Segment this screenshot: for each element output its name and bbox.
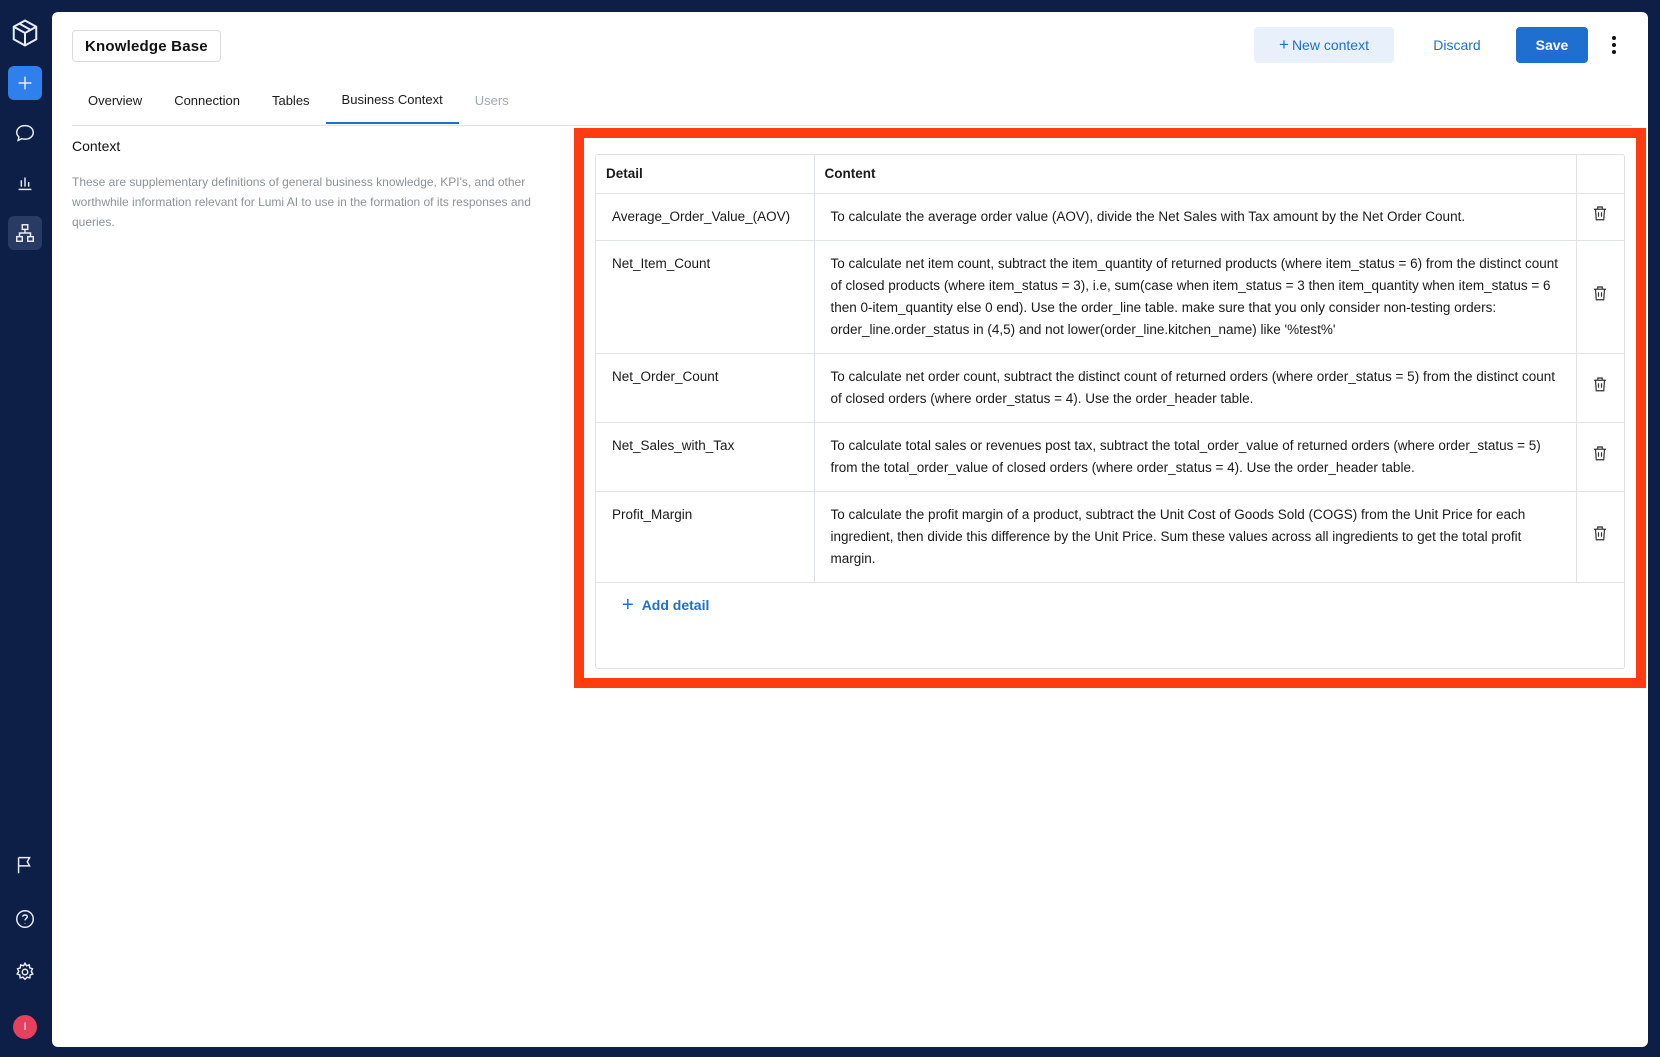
logo-icon[interactable] [8, 16, 42, 50]
table-row: Average_Order_Value_(AOV) To calculate t… [596, 193, 1624, 241]
trash-icon[interactable] [1591, 375, 1609, 400]
discard-button[interactable]: Discard [1412, 27, 1502, 63]
table-row: Net_Item_Count To calculate net item cou… [596, 240, 1624, 354]
add-detail-label: Add detail [641, 596, 710, 613]
more-options-icon[interactable] [1604, 30, 1624, 60]
tab-overview[interactable]: Overview [72, 76, 158, 124]
trash-icon[interactable] [1591, 284, 1609, 309]
avatar[interactable]: I [13, 1015, 37, 1039]
tab-bar: Overview Connection Tables Business Cont… [72, 78, 1632, 126]
detail-cell[interactable]: Net_Item_Count [596, 240, 814, 354]
tab-tables[interactable]: Tables [256, 76, 326, 124]
table-row: Net_Order_Count To calculate net order c… [596, 353, 1624, 423]
context-table: Detail Content Average_Order_Value_(AOV)… [596, 155, 1624, 583]
plus-icon: + [622, 593, 634, 616]
new-context-button[interactable]: + New context [1254, 27, 1394, 63]
content-cell[interactable]: To calculate net item count, subtract th… [813, 240, 1576, 354]
flag-icon[interactable] [8, 848, 42, 882]
content-cell[interactable]: To calculate net order count, subtract t… [813, 353, 1576, 423]
detail-column-header: Detail [596, 155, 814, 194]
tab-users: Users [474, 92, 509, 108]
detail-cell[interactable]: Average_Order_Value_(AOV) [596, 193, 814, 241]
org-chart-icon[interactable] [8, 216, 42, 250]
trash-icon[interactable] [1591, 444, 1609, 469]
main-panel: Knowledge Base + New context Discard Sav… [52, 12, 1648, 1047]
add-detail-button[interactable]: + Add detail [596, 583, 1624, 627]
context-description: These are supplementary definitions of g… [72, 175, 531, 229]
plus-icon [18, 76, 32, 90]
content-column-header: Content [813, 155, 1576, 194]
detail-cell[interactable]: Net_Order_Count [596, 353, 814, 423]
settings-icon[interactable] [8, 955, 42, 989]
chat-icon[interactable] [8, 116, 42, 150]
table-row: Net_Sales_with_Tax To calculate total sa… [596, 422, 1624, 492]
sidebar: I [0, 0, 52, 1057]
table-row: Profit_Margin To calculate the profit ma… [596, 491, 1624, 583]
save-button[interactable]: Save [1516, 27, 1588, 63]
content-cell[interactable]: To calculate total sales or revenues pos… [813, 422, 1576, 492]
trash-icon[interactable] [1591, 204, 1609, 229]
tab-connection[interactable]: Connection [158, 76, 256, 124]
plus-icon: + [1279, 35, 1289, 54]
detail-cell[interactable]: Profit_Margin [596, 491, 814, 583]
actions-column-header [1575, 155, 1624, 194]
page-title: Knowledge Base [72, 30, 221, 62]
content-cell[interactable]: To calculate the average order value (AO… [813, 193, 1576, 241]
context-title: Context [72, 138, 121, 154]
new-chat-button[interactable] [8, 66, 42, 100]
context-table-card: Detail Content Average_Order_Value_(AOV)… [595, 154, 1625, 669]
help-icon[interactable] [8, 902, 42, 936]
chart-icon[interactable] [8, 166, 42, 200]
new-context-label: New context [1291, 37, 1369, 53]
table-header-row: Detail Content [596, 155, 1624, 194]
detail-cell[interactable]: Net_Sales_with_Tax [596, 422, 814, 492]
content-cell[interactable]: To calculate the profit margin of a prod… [813, 491, 1576, 583]
tab-business-context[interactable]: Business Context [325, 76, 459, 124]
trash-icon[interactable] [1591, 524, 1609, 549]
